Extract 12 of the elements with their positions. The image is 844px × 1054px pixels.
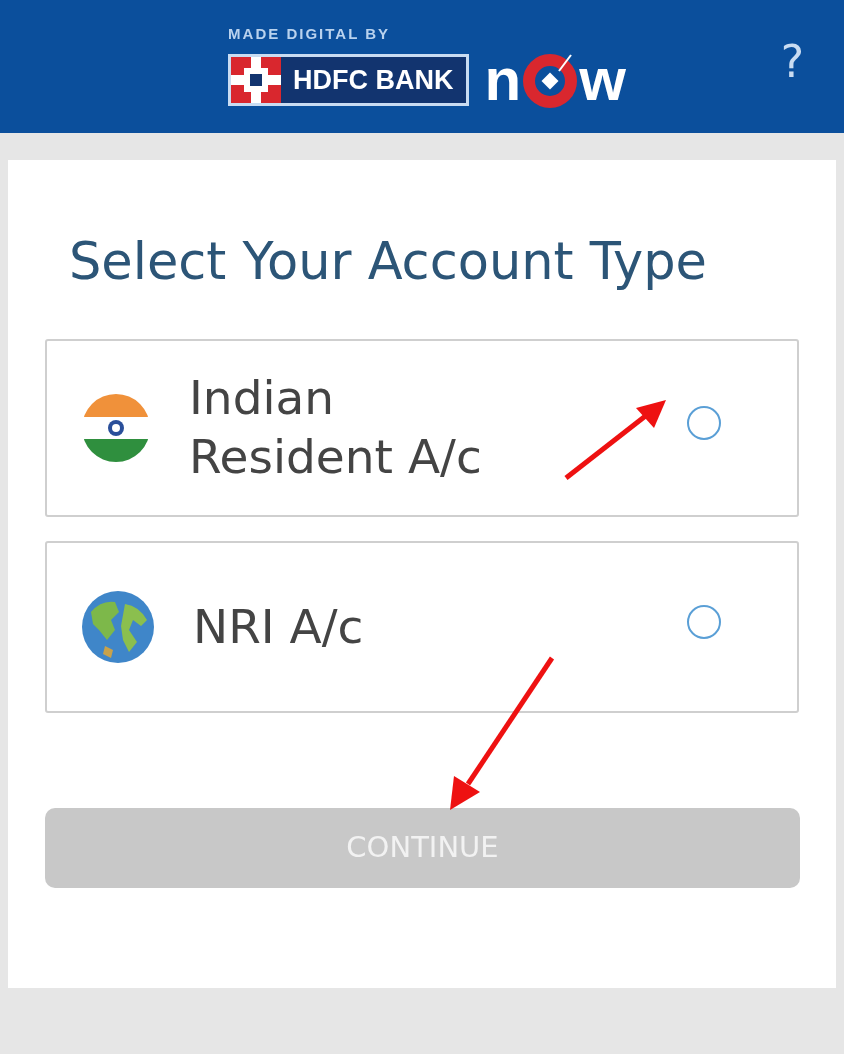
tagline: MADE DIGITAL BY: [228, 24, 391, 45]
account-option[interactable]: Indian Resident A/c: [45, 339, 799, 517]
option-label: NRI A/c: [193, 597, 365, 656]
bank-name: HDFC BANK: [292, 63, 455, 97]
account-option[interactable]: NRI A/c: [45, 541, 799, 713]
radio-button[interactable]: [687, 605, 721, 639]
globe-icon: [81, 590, 155, 664]
option-label: Indian Resident A/c: [189, 369, 483, 486]
radio-button[interactable]: [687, 406, 721, 440]
now-logo: n w: [484, 49, 626, 110]
bank-emblem-icon: [231, 56, 282, 103]
help-button[interactable]: ?: [780, 40, 804, 84]
